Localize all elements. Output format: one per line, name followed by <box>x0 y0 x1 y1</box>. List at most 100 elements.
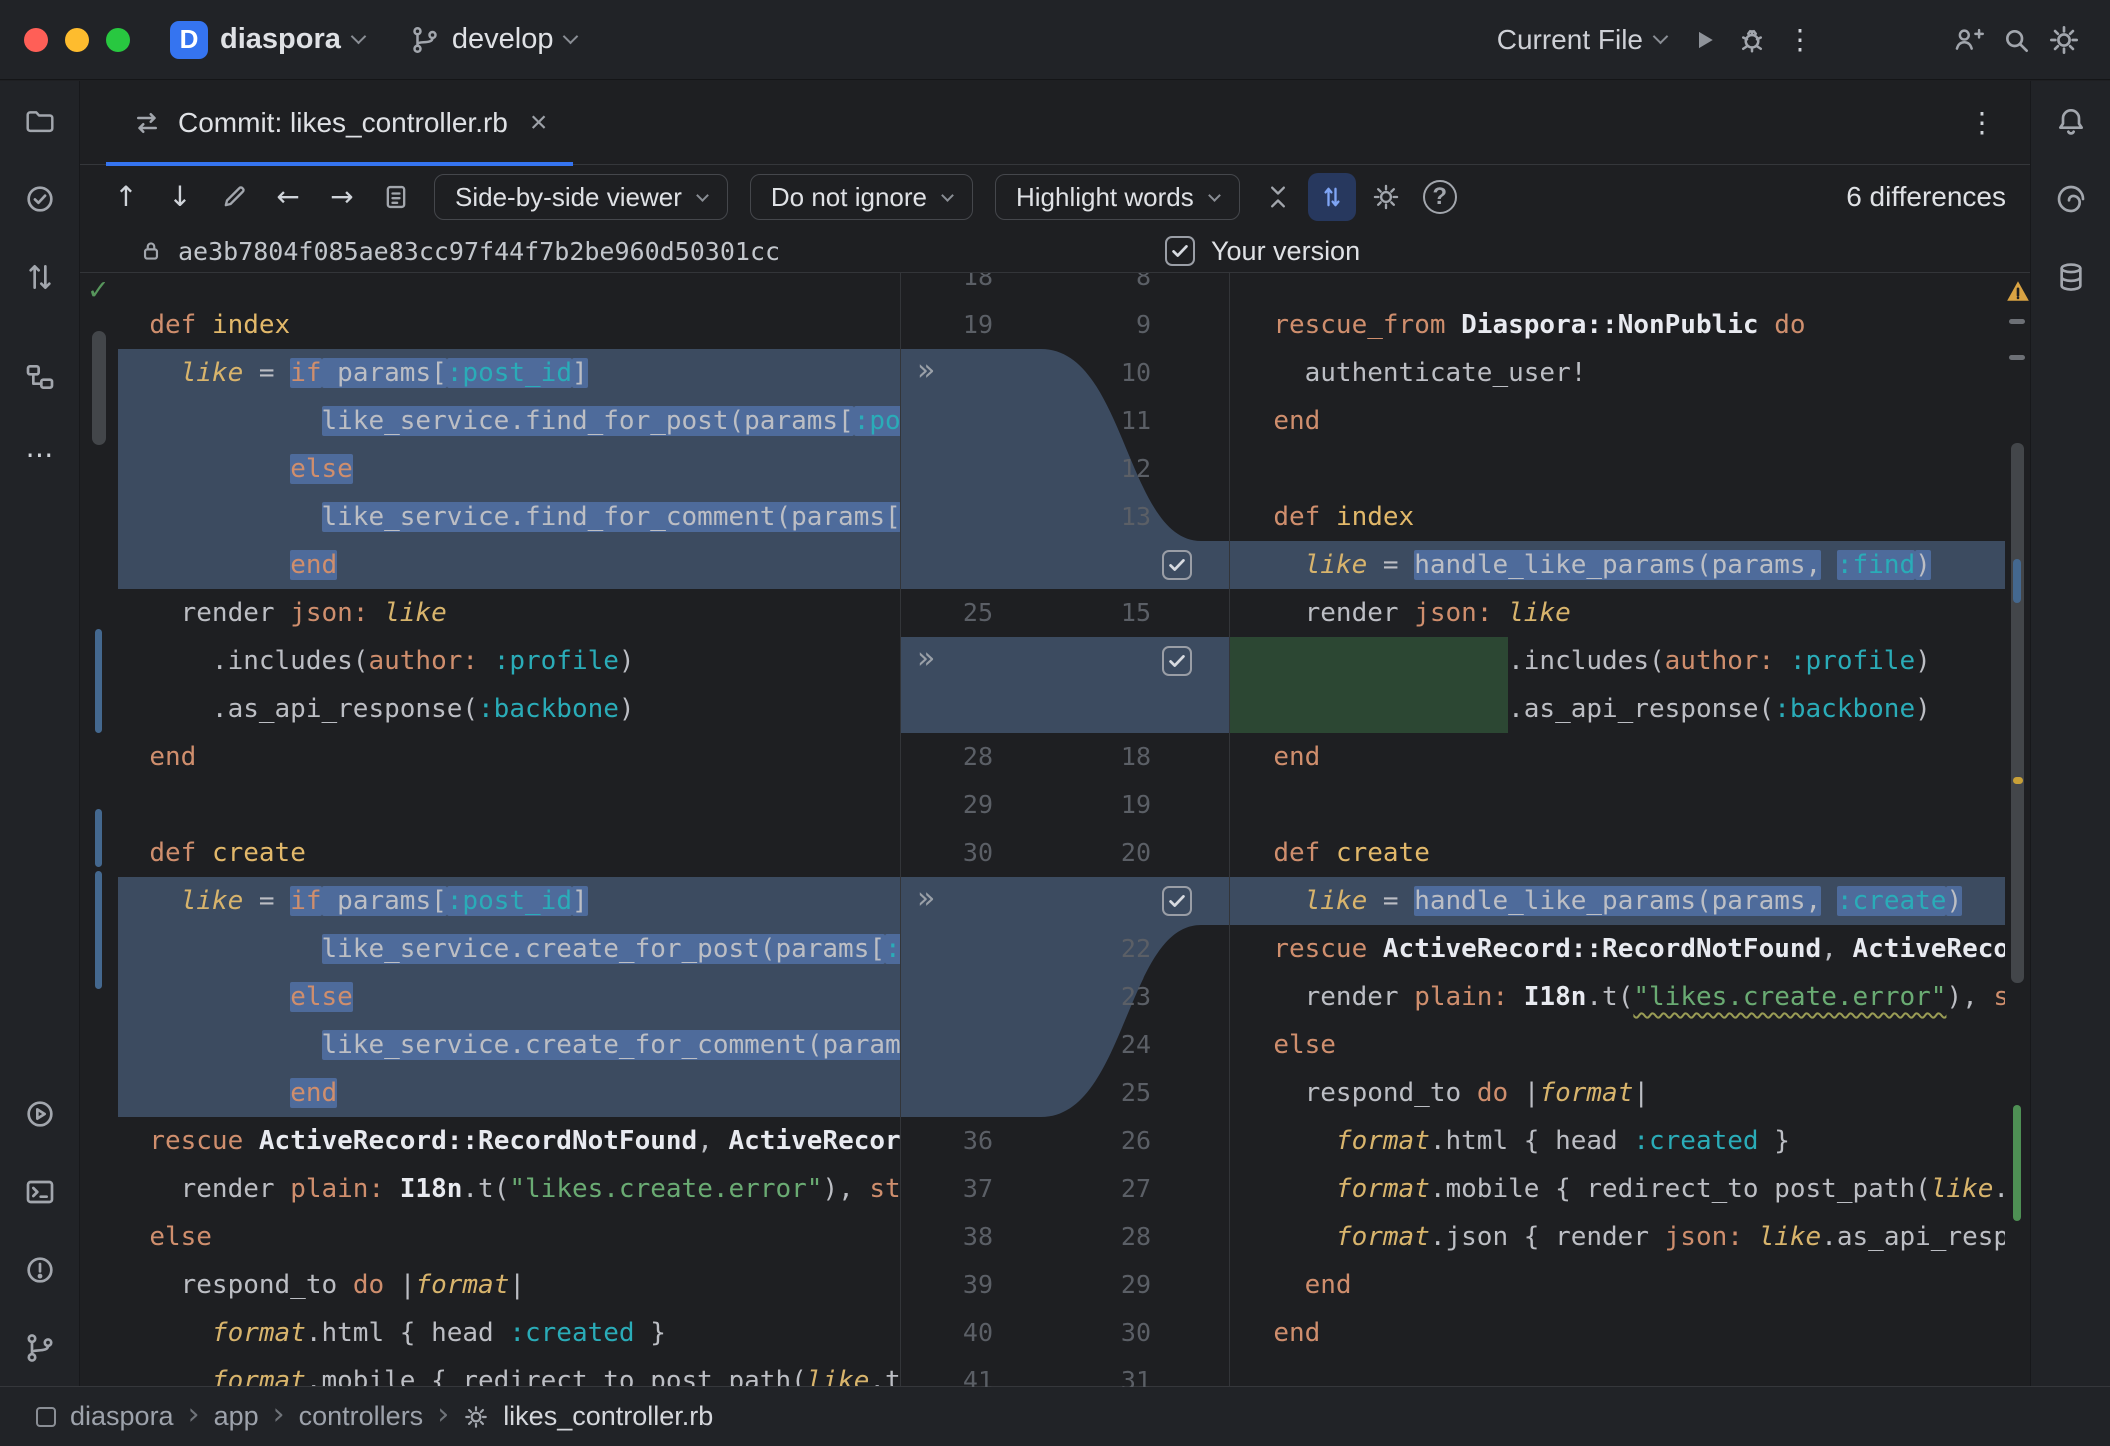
code-line-right: else <box>1230 1021 2005 1069</box>
tab-title: Commit: likes_controller.rb <box>178 107 508 139</box>
code-line-left: end <box>118 733 900 781</box>
code-line-right: end <box>1230 1309 2005 1357</box>
include-change-checkbox[interactable] <box>1162 646 1192 676</box>
include-change-checkbox[interactable] <box>1162 550 1192 580</box>
commit-tool-window-button[interactable] <box>16 175 64 223</box>
help-button[interactable]: ? <box>1416 173 1464 221</box>
sync-scroll-icon <box>1318 183 1346 211</box>
fullscreen-window-button[interactable] <box>106 28 130 52</box>
code-line-left: rescue ActiveRecord::RecordNotFound, Act… <box>118 1117 900 1165</box>
run-button[interactable] <box>1680 16 1728 64</box>
run-configuration-label: Current File <box>1497 24 1643 56</box>
warning-triangle-icon[interactable] <box>2005 279 2031 303</box>
arrow-up-icon: ↑ <box>114 183 137 211</box>
expand-folded-lines-icon[interactable]: » <box>917 637 935 685</box>
more-actions-button[interactable]: ⋮ <box>1776 16 1824 64</box>
version-control-tool-window-button[interactable] <box>16 1324 64 1372</box>
database-tool-window-button[interactable] <box>2047 253 2095 301</box>
back-button[interactable]: ← <box>264 173 312 221</box>
pull-requests-tool-window-button[interactable] <box>16 253 64 301</box>
structure-tool-window-button[interactable] <box>16 353 64 401</box>
diff-editor-left[interactable]: def index like = if params[:post_id] lik… <box>118 273 900 1387</box>
line-number <box>901 637 993 685</box>
run-configuration-selector[interactable]: Current File <box>1483 16 1680 64</box>
line-number <box>901 1069 993 1117</box>
diff-settings-button[interactable] <box>1362 173 1410 221</box>
terminal-icon <box>24 1176 56 1208</box>
close-window-button[interactable] <box>24 28 48 52</box>
inspection-marker[interactable] <box>2009 355 2025 360</box>
close-tab-icon[interactable]: × <box>530 106 548 140</box>
code-line-left: respond_to do |format| <box>118 1261 900 1309</box>
collapse-unchanged-button[interactable] <box>1254 173 1302 221</box>
code-line-right <box>1230 781 2005 829</box>
project-name: diaspora <box>220 23 341 56</box>
left-scrollbar-thumb[interactable] <box>92 331 106 445</box>
arrow-down-icon: ↓ <box>168 183 191 211</box>
project-widget[interactable]: D diaspora <box>156 13 378 67</box>
code-with-me-button[interactable] <box>1944 16 1992 64</box>
next-difference-button[interactable]: ↓ <box>156 173 204 221</box>
search-everywhere-button[interactable] <box>1992 16 2040 64</box>
code-line-left: like_service.create_for_comment(params[:… <box>118 1021 900 1069</box>
tab-commit-likes-controller[interactable]: Commit: likes_controller.rb × <box>106 81 573 165</box>
line-number: 15 <box>1059 589 1151 637</box>
breadcrumb-app[interactable]: app <box>214 1401 259 1432</box>
change-marker[interactable] <box>2013 559 2021 603</box>
change-marker[interactable] <box>95 629 102 733</box>
line-number: 30 <box>1059 1309 1151 1357</box>
your-version-label: Your version <box>1211 236 1360 267</box>
debug-button[interactable] <box>1728 16 1776 64</box>
pull-requests-icon <box>24 261 56 293</box>
left-editor-scroll-stripe: ✓ <box>80 273 118 1387</box>
branch-widget[interactable]: develop <box>396 15 591 64</box>
line-number: 19 <box>901 301 993 349</box>
warning-marker[interactable] <box>2013 777 2023 784</box>
minimize-window-button[interactable] <box>65 28 89 52</box>
breadcrumb-file[interactable]: likes_controller.rb <box>503 1401 713 1432</box>
project-tool-window-button[interactable] <box>16 97 64 145</box>
bug-icon <box>1737 25 1767 55</box>
settings-button[interactable] <box>2040 16 2088 64</box>
breadcrumb-project[interactable]: diaspora <box>70 1401 174 1432</box>
more-tool-windows-button[interactable]: ⋯ <box>16 431 64 479</box>
problems-tool-window-button[interactable] <box>16 1246 64 1294</box>
expand-folded-lines-icon[interactable]: » <box>917 877 935 925</box>
breadcrumb-controllers[interactable]: controllers <box>299 1401 424 1432</box>
right-scrollbar-thumb[interactable] <box>2011 443 2024 983</box>
tab-options-button[interactable]: ⋮ <box>1958 99 2006 147</box>
compare-clipboard-button[interactable] <box>372 173 420 221</box>
diff-editor-right[interactable]: rescue_from Diaspora::NonPublic do authe… <box>1230 273 2005 1387</box>
ai-assistant-button[interactable] <box>2047 175 2095 223</box>
services-tool-window-button[interactable] <box>16 1090 64 1138</box>
right-tool-window-rail <box>2030 81 2110 1386</box>
change-marker[interactable] <box>95 809 102 867</box>
previous-difference-button[interactable]: ↑ <box>102 173 150 221</box>
synchronize-scrolling-button[interactable] <box>1308 173 1356 221</box>
revision-hash: ae3b7804f085ae83cc97f44f7b2be960d50301cc <box>178 237 780 266</box>
code-line-right: format.html { head :created } <box>1230 1117 2005 1165</box>
change-marker[interactable] <box>95 871 102 989</box>
insertion-marker[interactable] <box>2013 1105 2021 1221</box>
highlight-mode-value: Highlight words <box>1016 182 1194 213</box>
line-number: 19 <box>1059 781 1151 829</box>
gear-icon <box>1372 183 1400 211</box>
highlight-mode-dropdown[interactable]: Highlight words <box>995 174 1240 220</box>
line-number <box>1059 685 1151 733</box>
include-change-checkbox[interactable] <box>1162 886 1192 916</box>
inspection-marker[interactable] <box>2009 319 2025 324</box>
left-tool-window-rail: ⋯ <box>0 81 80 1386</box>
expand-folded-lines-icon[interactable]: » <box>917 349 935 397</box>
code-line-left: else <box>118 973 900 1021</box>
differences-count: 6 differences <box>1846 181 2006 213</box>
inspections-ok-icon: ✓ <box>87 275 110 306</box>
notifications-button[interactable] <box>2047 97 2095 145</box>
viewer-mode-dropdown[interactable]: Side-by-side viewer <box>434 174 728 220</box>
whitespace-policy-dropdown[interactable]: Do not ignore <box>750 174 973 220</box>
your-version-checkbox[interactable] <box>1165 236 1195 266</box>
code-line-right: authenticate_user! <box>1230 349 2005 397</box>
forward-button[interactable]: → <box>318 173 366 221</box>
terminal-tool-window-button[interactable] <box>16 1168 64 1216</box>
edit-source-button[interactable] <box>210 173 258 221</box>
diff-toolbar: ↑ ↓ ← → Side-by-side viewer Do not ignor… <box>80 165 2030 229</box>
